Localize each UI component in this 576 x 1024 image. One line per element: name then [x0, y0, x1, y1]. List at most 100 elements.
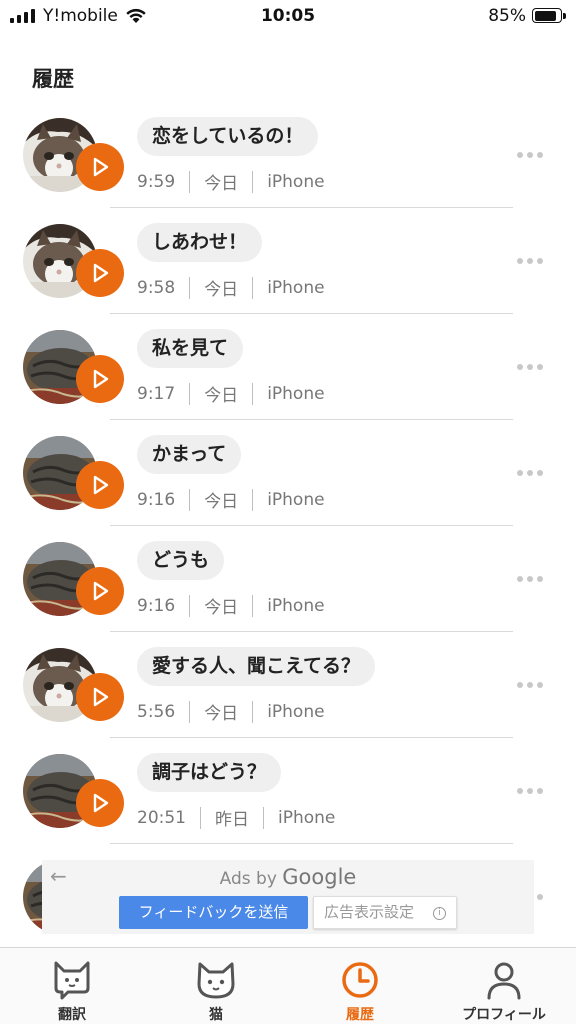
history-item[interactable]: 私を見て 9:17 今日 iPhone [0, 318, 576, 424]
ads-by-google-label: Ads by Google [42, 865, 534, 889]
phrase-bubble: かまって [137, 435, 242, 474]
play-icon [93, 263, 109, 283]
send-feedback-button[interactable]: フィードバックを送信 [119, 896, 308, 929]
row-divider [110, 207, 513, 208]
history-item[interactable]: 調子はどう？ 20:51 昨日 iPhone [0, 742, 576, 848]
play-button[interactable] [76, 779, 124, 827]
tab-translate[interactable]: 翻訳 [0, 948, 144, 1024]
meta-divider [252, 594, 254, 617]
history-day: 今日 [204, 598, 239, 618]
battery-percent: 85% [488, 6, 526, 26]
meta-divider [189, 276, 191, 299]
meta-divider [200, 806, 201, 829]
history-meta: 9:58 今日 iPhone [137, 275, 325, 300]
meta-divider [189, 594, 191, 617]
phrase-bubble: 愛する人、聞こえてる？ [137, 647, 376, 686]
history-time: 9:17 [137, 383, 176, 404]
row-divider [110, 737, 513, 738]
cat-face-icon [195, 960, 237, 1004]
more-options-icon[interactable] [517, 152, 543, 158]
history-list: 恋をしているの！ 9:59 今日 iPhone しあわせ！ 9:58 今日 iPhone 私を見… [0, 106, 576, 954]
clock-icon [340, 960, 380, 1004]
history-meta: 9:16 今日 iPhone [137, 487, 325, 512]
google-text: Google [282, 865, 357, 889]
tab-history[interactable]: 履歴 [288, 948, 432, 1024]
phrase-bubble: しあわせ！ [137, 223, 263, 262]
history-device: iPhone [278, 807, 336, 828]
history-time: 9:16 [137, 489, 176, 510]
row-divider [110, 631, 513, 632]
tab-cat[interactable]: 猫 [144, 948, 288, 1024]
meta-divider [252, 700, 254, 723]
meta-divider [252, 276, 254, 299]
meta-divider [189, 382, 191, 405]
history-day: 今日 [204, 386, 239, 406]
more-options-icon[interactable] [517, 682, 543, 688]
more-options-icon[interactable] [517, 470, 543, 476]
play-button[interactable] [76, 143, 124, 191]
history-meta: 5:56 今日 iPhone [137, 699, 325, 724]
tab-profile[interactable]: プロフィール [432, 948, 576, 1024]
play-button[interactable] [76, 567, 124, 615]
play-icon [93, 581, 109, 601]
tab-history-label: 履歴 [346, 1007, 374, 1023]
phrase-bubble: どうも [137, 541, 225, 580]
row-divider [110, 313, 513, 314]
history-meta: 9:17 今日 iPhone [137, 381, 325, 406]
play-icon [93, 157, 109, 177]
meta-divider [189, 700, 191, 723]
history-meta: 9:16 今日 iPhone [137, 593, 325, 618]
history-time: 20:51 [137, 807, 186, 828]
history-time: 9:16 [137, 595, 176, 616]
tab-translate-label: 翻訳 [58, 1007, 86, 1023]
play-icon [93, 793, 109, 813]
meta-divider [263, 806, 264, 829]
history-time: 9:59 [137, 171, 176, 192]
phrase-bubble: 恋をしているの！ [137, 117, 319, 156]
more-options-icon[interactable] [517, 576, 543, 582]
play-button[interactable] [76, 461, 124, 509]
history-time: 5:56 [137, 701, 176, 722]
meta-divider [252, 382, 254, 405]
history-day: 今日 [204, 704, 239, 724]
row-divider [110, 419, 513, 420]
tab-cat-label: 猫 [209, 1007, 223, 1023]
more-options-icon[interactable] [517, 364, 543, 370]
tab-profile-label: プロフィール [462, 1007, 546, 1023]
phrase-bubble: 調子はどう？ [137, 753, 282, 792]
history-meta: 9:59 今日 iPhone [137, 169, 325, 194]
history-day: 今日 [204, 174, 239, 194]
page-title: 履歴 [32, 67, 74, 91]
history-device: iPhone [267, 277, 325, 298]
history-item[interactable]: どうも 9:16 今日 iPhone [0, 530, 576, 636]
history-device: iPhone [267, 171, 325, 192]
speech-cat-icon [52, 960, 92, 1004]
history-meta: 20:51 昨日 iPhone [137, 805, 335, 830]
play-button[interactable] [76, 355, 124, 403]
ad-settings-button[interactable]: 広告表示設定 i [313, 896, 457, 929]
info-icon: i [433, 907, 446, 920]
row-divider [110, 525, 513, 526]
meta-divider [189, 170, 191, 193]
history-day: 今日 [204, 492, 239, 512]
history-item[interactable]: 恋をしているの！ 9:59 今日 iPhone [0, 106, 576, 212]
phrase-bubble: 私を見て [137, 329, 244, 368]
more-options-icon[interactable] [517, 788, 543, 794]
play-icon [93, 369, 109, 389]
history-item[interactable]: かまって 9:16 今日 iPhone [0, 424, 576, 530]
play-button[interactable] [76, 673, 124, 721]
ads-by-text: Ads by [219, 869, 277, 889]
history-device: iPhone [267, 595, 325, 616]
history-day: 今日 [204, 280, 239, 300]
history-item[interactable]: しあわせ！ 9:58 今日 iPhone [0, 212, 576, 318]
play-icon [93, 687, 109, 707]
history-item[interactable]: 愛する人、聞こえてる？ 5:56 今日 iPhone [0, 636, 576, 742]
play-button[interactable] [76, 249, 124, 297]
history-device: iPhone [267, 383, 325, 404]
row-divider [110, 843, 513, 844]
history-device: iPhone [267, 489, 325, 510]
more-options-icon[interactable] [517, 258, 543, 264]
history-device: iPhone [267, 701, 325, 722]
meta-divider [252, 488, 254, 511]
status-bar: Y!mobile 10:05 85% [0, 0, 576, 34]
